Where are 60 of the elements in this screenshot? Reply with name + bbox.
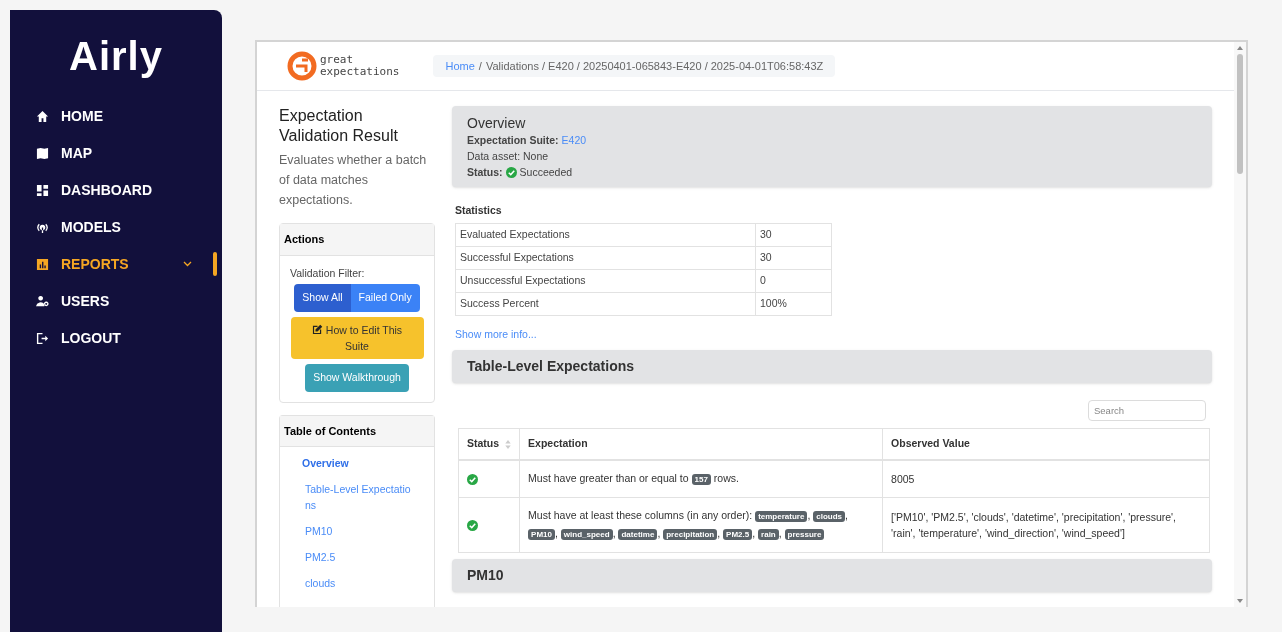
- sidebar-item[interactable]: MODELS: [10, 215, 222, 239]
- table-cell: Unsuccessful Expectations: [455, 269, 756, 293]
- table-cell: Successful Expectations: [455, 246, 756, 270]
- page-title: Expectation Validation Result: [279, 106, 399, 146]
- filter-button[interactable]: Failed Only: [350, 284, 420, 312]
- contents-link[interactable]: Table-Level Expectatio ns: [302, 481, 412, 514]
- column-header[interactable]: Observed Value: [882, 428, 1210, 460]
- table-cell: Evaluated Expectations: [455, 223, 756, 247]
- logout-icon: [36, 331, 49, 345]
- section-header: Table-Level Expectations: [452, 349, 1212, 383]
- sidebar-item[interactable]: LOGOUT: [10, 326, 222, 350]
- table-cell: ['PM10', 'PM2.5', 'clouds', 'datetime', 'precipitation', 'pressure', 'rain', 'temperature', 'wind_direction', 'wind_speed']: [882, 497, 1210, 553]
- page-description: Evaluates whether a batch of data matches expectations.: [279, 152, 428, 209]
- table-cell: 30: [755, 246, 832, 270]
- section-title: Overview: [467, 115, 527, 131]
- table-cell: Success Percent: [455, 292, 756, 316]
- scrollbar-thumb[interactable]: [1237, 54, 1243, 174]
- table-cell: Must have at least these columns (in any order): temperature , clouds , PM10 , wind_speed , datetime , precipitation , PM2.5 , rain , pressure: [519, 497, 883, 553]
- map-icon: [36, 146, 49, 160]
- panel-title: Actions: [280, 224, 434, 256]
- field-value: Succeeded: [519, 165, 573, 180]
- sidebar-item[interactable]: HOME: [10, 104, 222, 128]
- bar-chart-icon: [36, 257, 49, 271]
- panel-title: Table of Contents: [280, 415, 434, 448]
- breadcrumb-separator: /: [478, 58, 482, 74]
- field-text: Data asset: None: [467, 149, 550, 164]
- sort-icon[interactable]: [505, 439, 512, 449]
- sidebar-item[interactable]: REPORTS: [10, 252, 222, 276]
- sidebar-item[interactable]: USERS: [10, 289, 222, 313]
- scrollbar[interactable]: [1234, 42, 1246, 607]
- brand-name: great expectations: [320, 54, 400, 78]
- app-logo: Airly: [68, 33, 164, 80]
- users-icon: [36, 294, 49, 308]
- filter-button[interactable]: Show All: [294, 284, 351, 312]
- table-cell: 8005: [882, 460, 1210, 498]
- breadcrumb-text: Validations / E420 / 20250401-065843-E420 / 2025-04-01T06:58:43Z: [485, 58, 824, 74]
- scroll-down-icon[interactable]: [1236, 597, 1244, 605]
- scroll-up-icon[interactable]: [1236, 44, 1244, 52]
- table-cell: 30: [755, 223, 832, 247]
- field-label: Expectation Suite:: [467, 133, 559, 148]
- table-cell: 100%: [755, 292, 832, 316]
- edit-icon: [311, 324, 323, 335]
- search-field[interactable]: Search: [1088, 399, 1206, 421]
- section-header: PM10: [452, 559, 1212, 592]
- table-cell: 0: [755, 269, 832, 293]
- column-header[interactable]: Expectation: [519, 428, 883, 460]
- filter-label: Validation Filter:: [289, 265, 365, 281]
- field-label: Status:: [467, 165, 503, 180]
- contents-link[interactable]: Overview: [302, 455, 412, 472]
- logo-icon: [287, 51, 317, 81]
- sidebar-item[interactable]: MAP: [10, 141, 222, 165]
- dashboard-icon: [36, 183, 49, 197]
- statistics-title: Statistics: [455, 203, 503, 218]
- sidebar-item[interactable]: DASHBOARD: [10, 178, 222, 202]
- table-cell: Must have greater than or equal to 157 rows.: [519, 460, 883, 498]
- contents-link[interactable]: clouds: [302, 575, 412, 592]
- edit-suite-button[interactable]: How to Edit This Suite: [290, 317, 424, 359]
- home-icon: [36, 109, 49, 123]
- active-indicator: [213, 252, 217, 276]
- column-header[interactable]: Status: [458, 428, 520, 460]
